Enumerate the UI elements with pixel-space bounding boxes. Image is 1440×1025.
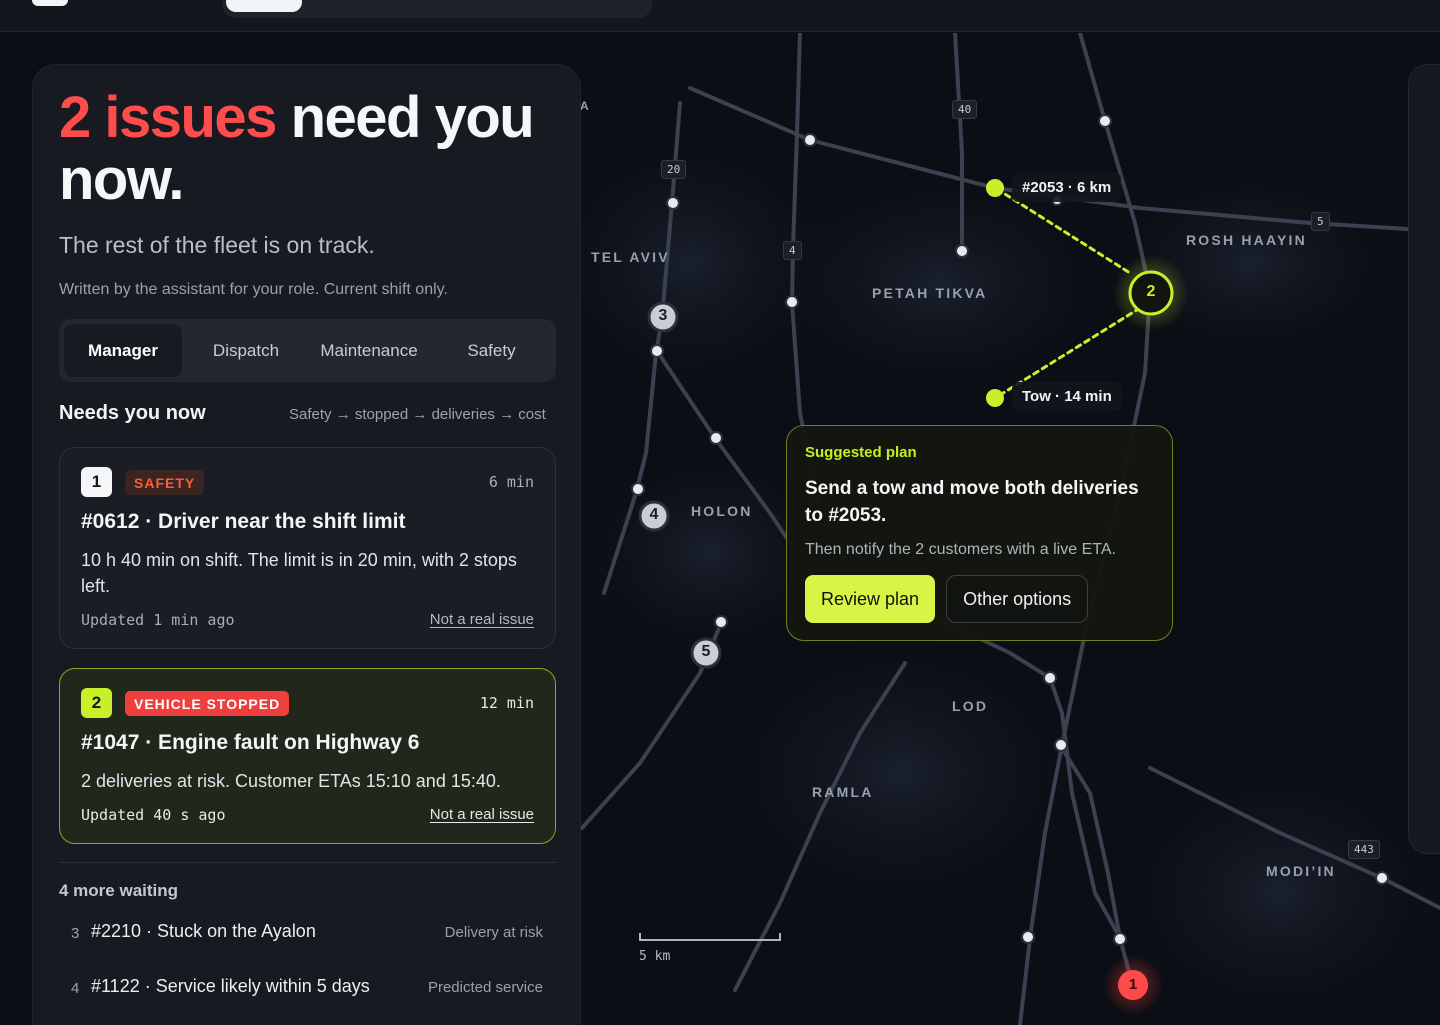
map-node [1021,930,1035,944]
priority-order-hint: Safety → stopped → deliveries → cost [289,406,546,423]
issue-age: 6 min [488,473,534,491]
section-title: Needs you now [59,402,206,424]
issue-body: 2 deliveries at risk. Customer ETAs 15:1… [81,771,501,791]
map-area-shade [690,613,1110,933]
map-node [785,295,799,309]
map-node [666,196,680,210]
tab-manager[interactable]: Manager [64,324,182,377]
issue-tag-vehicle-stopped: VEHICLE STOPPED [125,691,290,716]
section-divider [59,862,556,863]
map-node [1113,932,1127,946]
tow-pin-label[interactable]: Tow · 14 min [1012,382,1122,411]
not-real-issue-link[interactable]: Not a real issue [430,611,534,628]
marker-1-label[interactable]: 1 [1126,976,1140,993]
road-badge-5: 5 [1311,212,1330,231]
review-plan-button[interactable]: Review plan [805,575,936,623]
road-badge-4: 4 [783,241,802,260]
more-waiting-title: 4 more waiting [59,881,179,900]
tab-dispatch[interactable]: Dispatch [191,324,301,377]
map-node [1098,114,1112,128]
vehicle-dot [986,179,1004,197]
road-badge-443: 443 [1348,840,1380,859]
plan-title: Send a tow and move both deliveries to #… [805,478,1139,526]
role-tabs: Manager Dispatch Maintenance Safety [59,319,556,382]
page-subtitle: The rest of the fleet is on track. [59,232,375,258]
detail-side-panel[interactable] [1408,64,1440,854]
top-bar [0,0,1440,32]
city-label-modiin: MODI’IN [1266,863,1336,879]
road-badge-20: 20 [661,160,687,179]
map-node [631,482,645,496]
queue-kind: Delivery at risk [444,924,543,941]
vehicle-pin-label[interactable]: #2053 · 6 km [1012,173,1122,202]
issue-count: 2 issues [59,85,277,150]
city-label-partial: A [580,99,591,113]
assistant-note: Written by the assistant for your role. … [59,281,448,298]
issue-card-1[interactable]: 1 SAFETY 6 min #0612 · Driver near the s… [59,447,556,649]
issue-updated: Updated 1 min ago [81,611,235,629]
issue-body: 10 h 40 min on shift. The limit is in 20… [81,550,517,596]
plan-subtitle: Then notify the 2 customers with a live … [805,541,1116,558]
marker-3-label[interactable]: 3 [656,307,670,325]
search-scope-pill[interactable] [226,0,302,12]
issue-tag-safety: SAFETY [125,470,205,495]
queue-item-4[interactable]: 4 #1122 · Service likely within 5 days P… [71,976,543,1006]
scale-bar [639,933,781,941]
tab-safety[interactable]: Safety [439,324,544,377]
issue-number-badge: 1 [81,467,112,497]
issue-title: #0612 · Driver near the shift limit [81,510,406,533]
map-node [650,344,664,358]
queue-item-3[interactable]: 3 #2210 · Stuck on the Ayalon Delivery a… [71,921,543,951]
queue-number: 3 [71,925,80,942]
marker-5-label[interactable]: 5 [699,643,713,661]
issues-panel: 2 issues need you now. The rest of the f… [32,64,581,1025]
map-node [709,431,723,445]
map-node [1043,671,1057,685]
plan-actions: Review plan Other options [805,575,1089,623]
issue-title: #1047 · Engine fault on Highway 6 [81,731,420,754]
city-label-tel-aviv: TEL AVIV [591,249,670,265]
city-label-holon: HOLON [691,503,753,519]
map-node [1054,738,1068,752]
app-logo[interactable] [32,0,68,6]
queue-number: 4 [71,980,80,997]
plan-kicker: Suggested plan [805,444,917,461]
queue-title: #2210 · Stuck on the Ayalon [91,921,316,941]
map-node [1375,871,1389,885]
marker-2-label[interactable]: 2 [1144,283,1158,301]
issue-updated: Updated 40 s ago [81,806,226,824]
issue-number-badge: 2 [81,688,112,718]
scale-label: 5 km [639,949,671,964]
tow-dot [986,389,1004,407]
map-node [955,244,969,258]
queue-kind: Predicted service [427,979,543,996]
page-title: 2 issues need you now. [59,87,559,211]
issue-age: 12 min [479,694,534,712]
suggested-plan-card: Suggested plan Send a tow and move both … [786,425,1173,641]
tab-maintenance[interactable]: Maintenance [305,324,433,377]
queue-title: #1122 · Service likely within 5 days [91,976,370,996]
not-real-issue-link[interactable]: Not a real issue [430,806,534,823]
city-label-petah-tikva: PETAH TIKVA [872,285,988,301]
city-label-rosh-haayin: ROSH HAAYIN [1186,232,1307,248]
marker-4-label[interactable]: 4 [647,506,661,524]
other-options-button[interactable]: Other options [946,575,1089,623]
city-label-ramla: RAMLA [812,784,874,800]
city-label-lod: LOD [952,698,989,714]
map-node [803,133,817,147]
issue-card-2[interactable]: 2 VEHICLE STOPPED 12 min #1047 · Engine … [59,668,556,844]
road-badge-40: 40 [952,100,978,119]
map-node [714,615,728,629]
